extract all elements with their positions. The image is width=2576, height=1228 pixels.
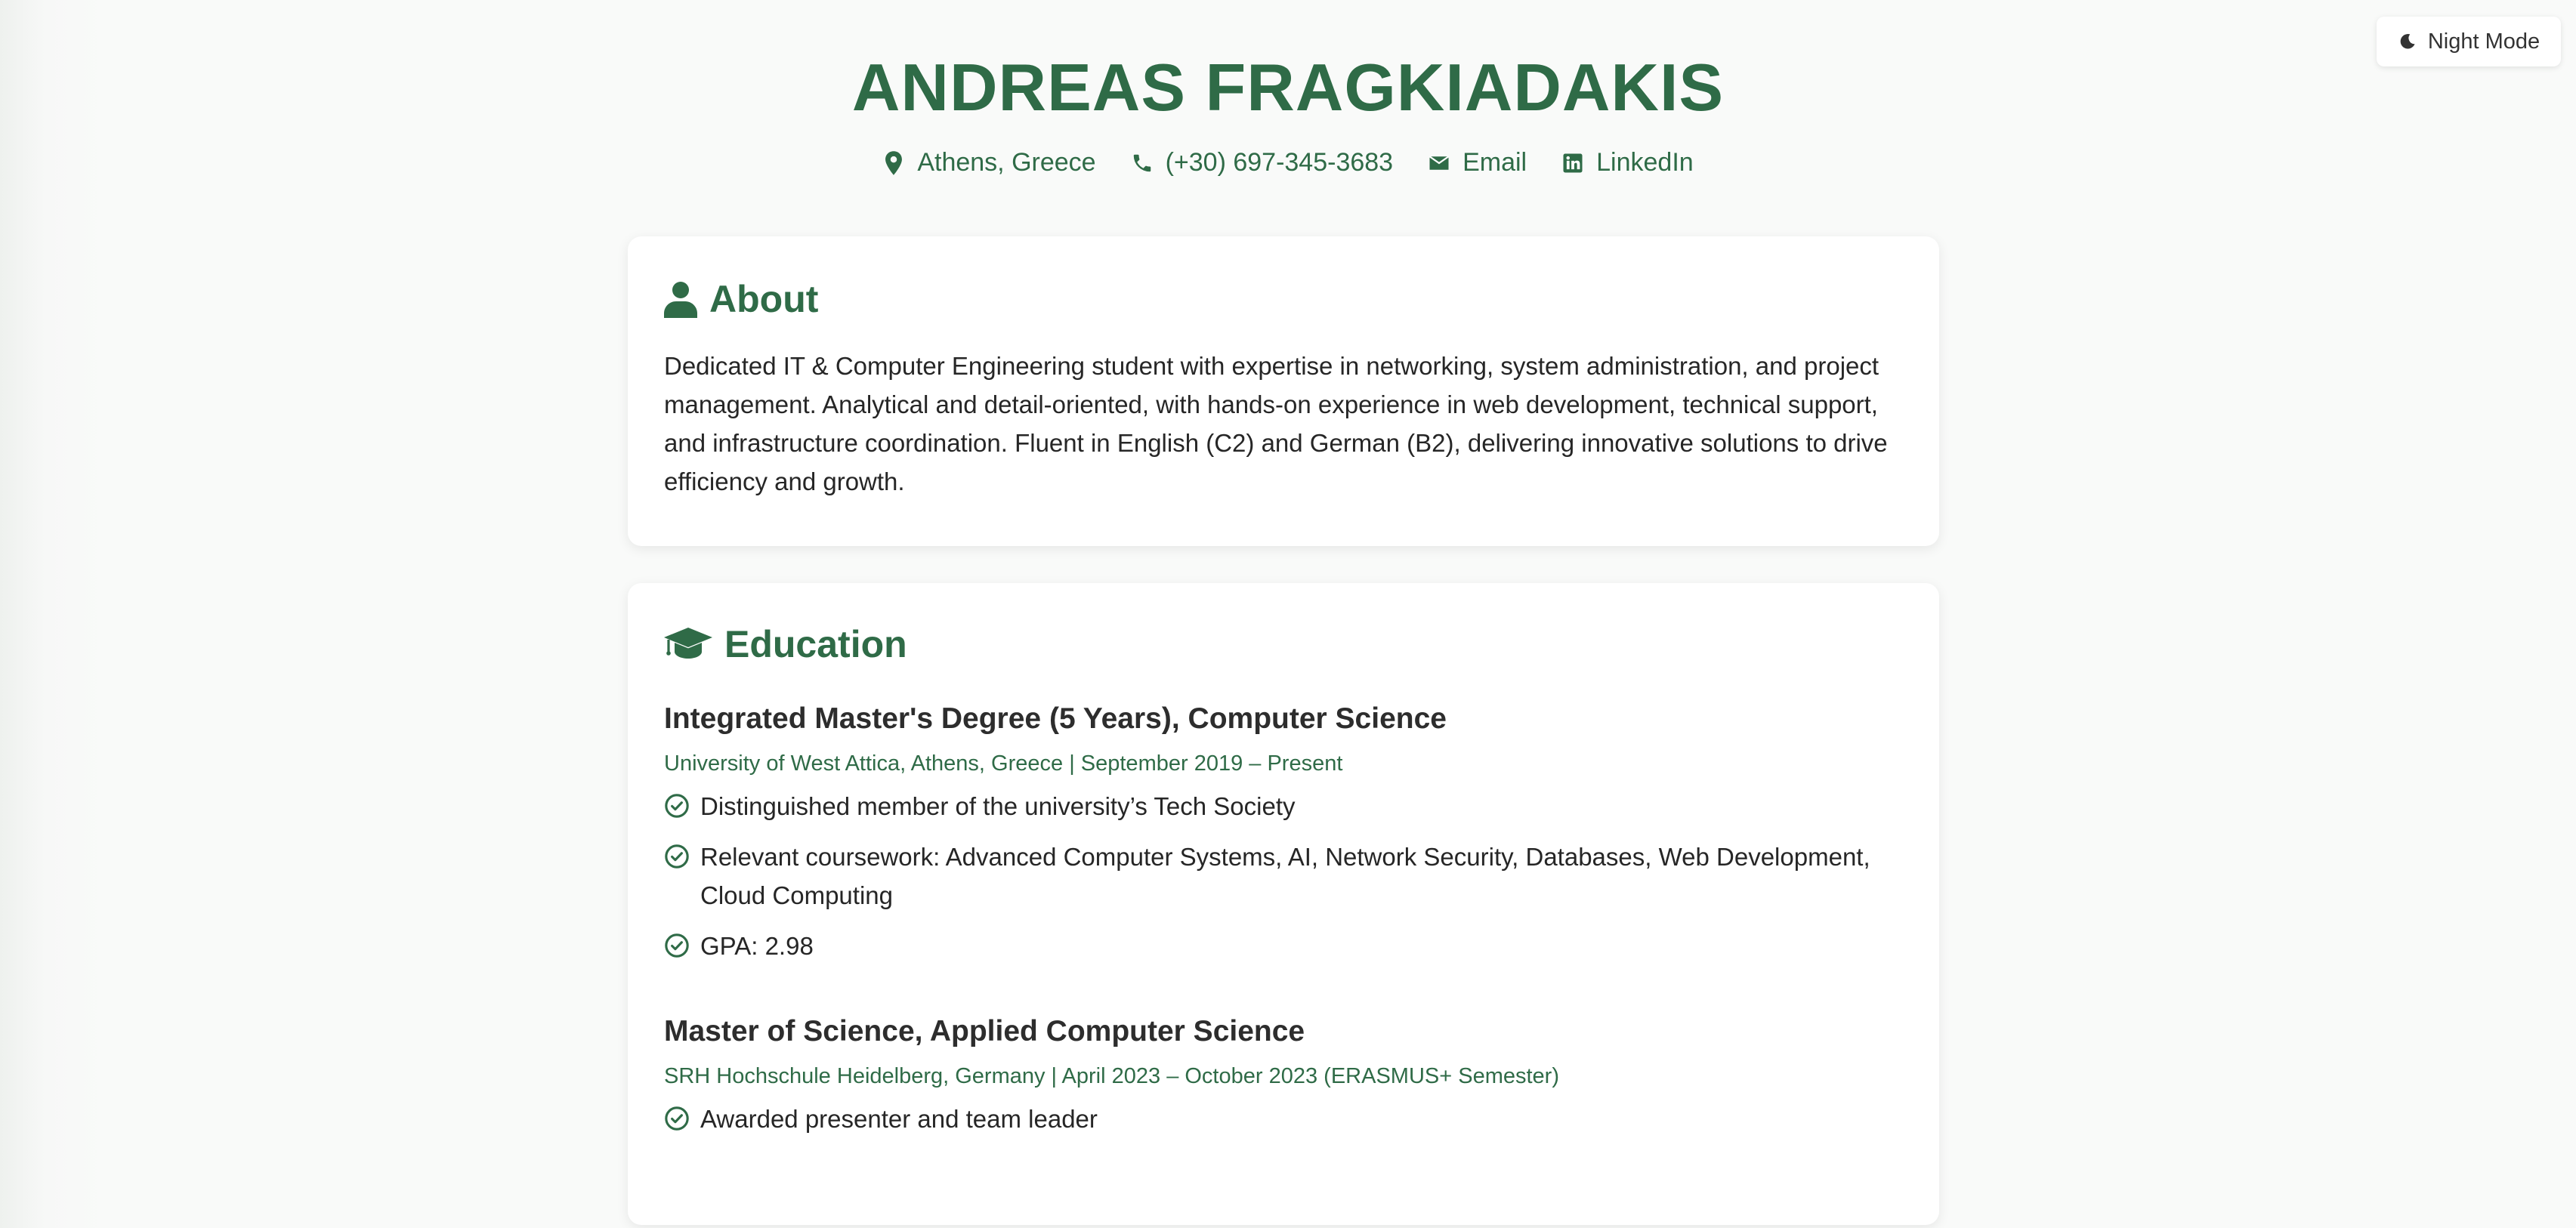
about-section: About Dedicated IT & Computer Engineerin…	[628, 236, 1939, 546]
contact-location-text: Athens, Greece	[917, 148, 1096, 177]
about-heading: About	[664, 277, 1903, 321]
contact-phone[interactable]: (+30) 697-345-3683	[1131, 148, 1394, 177]
phone-icon	[1133, 154, 1151, 171]
list-item-text: GPA: 2.98	[700, 932, 814, 960]
resume-header: ANDREAS FRAGKIADAKIS Athens, Greece (+30…	[0, 48, 2576, 177]
degree-title: Master of Science, Applied Computer Scie…	[664, 1015, 1305, 1048]
education-heading: Education	[664, 622, 1903, 666]
graduation-cap-icon	[664, 628, 712, 659]
education-title: Education	[724, 623, 907, 665]
contact-linkedin[interactable]: LinkedIn	[1561, 148, 1694, 177]
email-link[interactable]: Email	[1463, 148, 1527, 177]
list-item-text: Awarded presenter and team leader	[700, 1105, 1098, 1133]
person-name: ANDREAS FRAGKIADAKIS	[851, 50, 1725, 125]
about-text: Dedicated IT & Computer Engineering stud…	[664, 352, 1888, 495]
check-circle-icon	[665, 794, 689, 818]
user-icon	[664, 282, 697, 318]
contact-email[interactable]: Email	[1428, 148, 1527, 177]
contact-location: Athens, Greece	[882, 148, 1096, 177]
check-circle-icon	[665, 1106, 689, 1131]
list-item: Awarded presenter and team leader	[664, 1100, 1903, 1138]
check-circle-icon	[665, 933, 689, 958]
linkedin-link[interactable]: LinkedIn	[1596, 148, 1694, 177]
degree-item: Master of Science, Applied Computer Scie…	[664, 1014, 1903, 1138]
degree-title: Integrated Master's Degree (5 Years), Co…	[664, 702, 1447, 735]
education-section: Education Integrated Master's Degree (5 …	[628, 583, 1939, 1225]
list-item-text: Distinguished member of the university’s…	[700, 792, 1296, 820]
degree-meta: SRH Hochschule Heidelberg, Germany | Apr…	[664, 1064, 1559, 1088]
list-item-text: Relevant coursework: Advanced Computer S…	[700, 843, 1870, 909]
contact-phone-text: (+30) 697-345-3683	[1165, 148, 1394, 177]
degree-item: Integrated Master's Degree (5 Years), Co…	[664, 701, 1903, 965]
linkedin-icon	[1563, 153, 1583, 172]
degree-meta: University of West Attica, Athens, Greec…	[664, 751, 1343, 776]
list-item: Distinguished member of the university’s…	[664, 787, 1903, 825]
degree-highlights: Distinguished member of the university’s…	[664, 787, 1903, 965]
check-circle-icon	[665, 844, 689, 869]
envelope-icon	[1429, 155, 1450, 170]
location-pin-icon	[885, 150, 903, 175]
list-item: GPA: 2.98	[664, 927, 1903, 965]
contact-bar: Athens, Greece (+30) 697-345-3683 Email …	[0, 148, 2576, 177]
about-title: About	[709, 278, 819, 320]
list-item: Relevant coursework: Advanced Computer S…	[664, 838, 1903, 915]
degree-highlights: Awarded presenter and team leader	[664, 1100, 1903, 1138]
